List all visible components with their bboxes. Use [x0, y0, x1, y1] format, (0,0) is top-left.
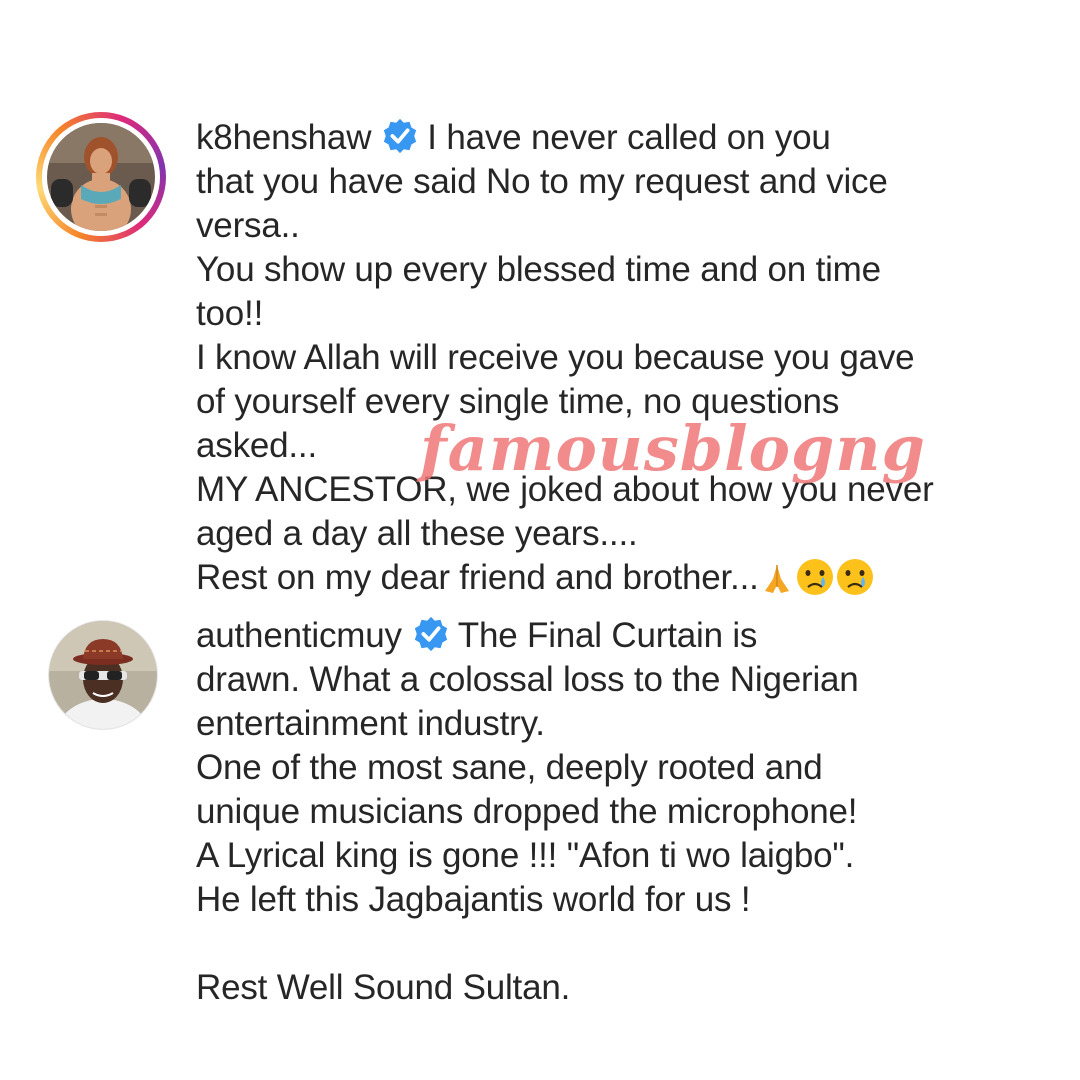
username[interactable]: k8henshaw — [196, 118, 371, 157]
crying-face-icon — [835, 557, 875, 608]
avatar — [47, 123, 155, 231]
comment-text: The Final Curtain is drawn. What a colos… — [196, 616, 859, 1007]
crying-face-icon — [795, 557, 835, 608]
comment-body: authenticmuy The Final Curtain is drawn. … — [196, 614, 1016, 1010]
verified-badge-icon — [414, 616, 447, 652]
man-with-hat-avatar-icon — [49, 621, 157, 729]
folded-hands-icon — [759, 561, 795, 608]
avatar-story-ring[interactable] — [36, 112, 166, 242]
username[interactable]: authenticmuy — [196, 616, 402, 655]
verified-badge-icon — [384, 118, 417, 154]
comment-text: I have never called on you that you have… — [196, 118, 934, 597]
avatar[interactable] — [48, 620, 158, 730]
comment-body: k8henshaw I have never called on you that… — [196, 116, 1016, 608]
woman-athlete-avatar-icon — [47, 123, 155, 231]
